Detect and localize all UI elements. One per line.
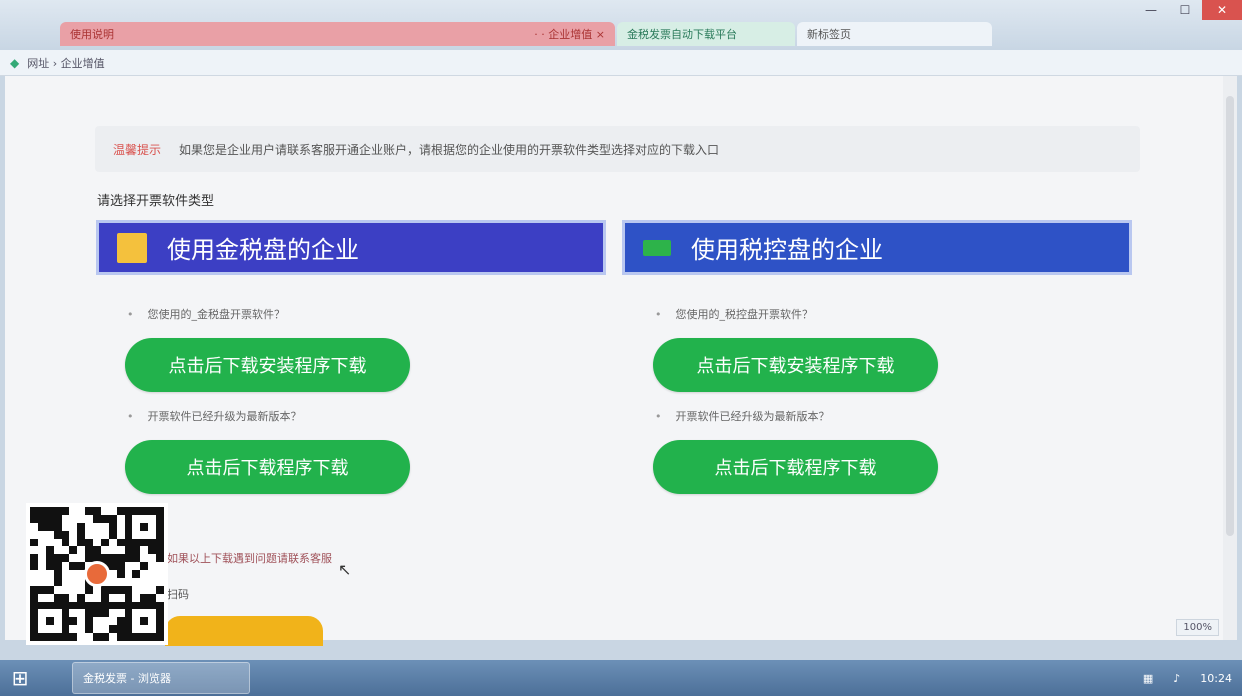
scrollbar-thumb[interactable] (1226, 96, 1234, 536)
left-download-button-1[interactable]: 点击后下载安装程序下载 (125, 338, 410, 392)
mouse-cursor-icon: ↖ (338, 560, 352, 579)
vertical-scrollbar[interactable] (1223, 76, 1237, 640)
browser-titlebar: 使用说明 · · 企业增值 × 金税发票自动下载平台 新标签页 — ☐ ✕ (0, 0, 1242, 50)
tab-platform-label: 金税发票自动下载平台 (627, 28, 737, 41)
bullet-icon: • (655, 409, 662, 423)
notice-box: 温馨提示 如果您是企业用户请联系客服开通企业账户，请根据您的企业使用的开票软件类… (95, 126, 1140, 172)
right-download-button-2[interactable]: 点击后下载程序下载 (653, 440, 938, 494)
banner-tax-control-disk[interactable]: 使用税控盘的企业 (622, 220, 1132, 275)
section-title: 请选择开票软件类型 (97, 194, 215, 209)
tab-platform[interactable]: 金税发票自动下载平台 (617, 22, 795, 46)
site-icon: ◆ (10, 55, 20, 70)
bullet-icon: • (127, 307, 134, 321)
right-download-button-1[interactable]: 点击后下载安装程序下载 (653, 338, 938, 392)
page-content: 温馨提示 如果您是企业用户请联系客服开通企业账户，请根据您的企业使用的开票软件类… (5, 76, 1237, 646)
tab-usage-label: 使用说明 (70, 28, 114, 41)
taskbar: ⊞ 金税发票 - 浏览器 ▦ ♪ 10:24 (0, 660, 1242, 696)
banner-right-label: 使用税控盘的企业 (691, 236, 883, 264)
tab-usage-extra: · · 企业增值 × (534, 28, 605, 41)
bullet-icon: • (127, 409, 134, 423)
right-question-2-text: 开票软件已经升级为最新版本？ (675, 410, 830, 423)
square-icon (643, 239, 671, 256)
close-icon[interactable]: ✕ (1202, 0, 1242, 20)
zoom-level[interactable]: 100% (1176, 619, 1219, 636)
maximize-icon[interactable]: ☐ (1168, 0, 1202, 20)
left-download-button-2[interactable]: 点击后下载程序下载 (125, 440, 410, 494)
banner-left-label: 使用金税盘的企业 (167, 236, 359, 264)
address-bar[interactable]: ◆ 网址 › 企业增值 (0, 50, 1242, 76)
tab-new-label: 新标签页 (807, 28, 851, 41)
taskbar-browser-item[interactable]: 金税发票 - 浏览器 (72, 662, 250, 694)
qr-logo-icon (84, 561, 110, 587)
address-text: 网址 › 企业增值 (27, 56, 105, 70)
notice-label: 温馨提示 (113, 142, 162, 157)
tray-clock[interactable]: 10:24 (1200, 672, 1232, 685)
start-button-icon[interactable]: ⊞ (0, 660, 40, 696)
scan-label: 扫码 (167, 588, 189, 601)
notice-text: 如果您是企业用户请联系客服开通企业账户，请根据您的企业使用的开票软件类型选择对应… (179, 142, 720, 157)
tab-new[interactable]: 新标签页 (797, 22, 992, 46)
network-icon[interactable]: ▦ (1143, 672, 1153, 685)
left-question-2: • 开票软件已经升级为最新版本？ (127, 408, 302, 424)
tab-strip: 使用说明 · · 企业增值 × 金税发票自动下载平台 新标签页 (60, 22, 1010, 46)
tab-usage[interactable]: 使用说明 · · 企业增值 × (60, 22, 615, 46)
system-tray: ▦ ♪ 10:24 (1143, 660, 1232, 696)
right-question-1: • 您使用的_税控盘开票软件？ (655, 306, 813, 322)
left-question-1-text: 您使用的_金税盘开票软件？ (147, 308, 286, 321)
left-question-1: • 您使用的_金税盘开票软件？ (127, 306, 285, 322)
left-question-2-text: 开票软件已经升级为最新版本？ (147, 410, 302, 423)
support-footnote[interactable]: 如果以上下载遇到问题请联系客服 (167, 550, 332, 566)
bullet-icon: • (655, 307, 662, 321)
volume-icon[interactable]: ♪ (1173, 672, 1180, 685)
banner-golden-tax-disk[interactable]: 使用金税盘的企业 (96, 220, 606, 275)
square-icon (117, 232, 147, 263)
qr-code (26, 503, 168, 645)
window-controls: — ☐ ✕ (1134, 0, 1242, 20)
right-question-2: • 开票软件已经升级为最新版本？ (655, 408, 830, 424)
yellow-action-button[interactable] (165, 616, 323, 646)
minimize-icon[interactable]: — (1134, 0, 1168, 20)
right-question-1-text: 您使用的_税控盘开票软件？ (675, 308, 814, 321)
